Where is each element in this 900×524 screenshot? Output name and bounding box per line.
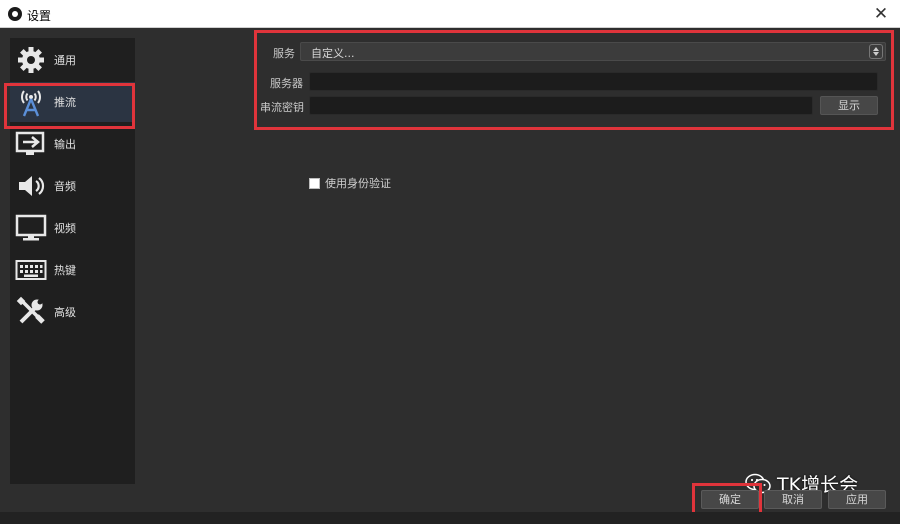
cancel-button[interactable]: 取消 <box>764 490 822 509</box>
show-key-button[interactable]: 显示 <box>820 96 878 115</box>
close-icon[interactable]: ✕ <box>870 3 892 25</box>
monitor-icon <box>14 211 48 245</box>
settings-window: 通用 推流 输出 音频 视频 热键 高级 服务 自定义... 服务器 串流密钥 … <box>0 28 900 524</box>
window-bottom-edge <box>0 512 900 524</box>
title-bar: 设置 ✕ <box>0 0 900 28</box>
settings-sidebar: 通用 推流 输出 音频 视频 热键 高级 <box>10 38 135 484</box>
use-auth-label: 使用身份验证 <box>325 177 391 190</box>
apply-button[interactable]: 应用 <box>828 490 886 509</box>
ok-button[interactable]: 确定 <box>701 490 759 509</box>
sidebar-item-hotkeys[interactable]: 热键 <box>10 250 135 290</box>
stream-key-label: 串流密钥 <box>260 101 304 114</box>
sidebar-item-label: 推流 <box>54 96 76 109</box>
sidebar-item-label: 输出 <box>54 138 76 151</box>
keyboard-icon <box>14 253 48 287</box>
service-label: 服务 <box>273 47 295 60</box>
sidebar-item-video[interactable]: 视频 <box>10 208 135 248</box>
sidebar-item-advanced[interactable]: 高级 <box>10 292 135 332</box>
stream-key-input[interactable] <box>309 96 813 115</box>
server-label: 服务器 <box>270 77 303 90</box>
sidebar-item-label: 视频 <box>54 222 76 235</box>
server-input[interactable] <box>309 72 878 91</box>
sidebar-item-label: 通用 <box>54 54 76 67</box>
sidebar-item-output[interactable]: 输出 <box>10 124 135 164</box>
gear-icon <box>14 43 48 77</box>
broadcast-tower-icon <box>14 85 48 119</box>
speaker-icon <box>14 169 48 203</box>
sidebar-item-stream[interactable]: 推流 <box>10 82 135 122</box>
sidebar-item-label: 高级 <box>54 306 76 319</box>
wrench-screwdriver-icon <box>14 295 48 329</box>
obs-logo-icon <box>8 7 22 21</box>
service-select-value: 自定义... <box>311 47 355 60</box>
sidebar-item-label: 热键 <box>54 264 76 277</box>
sidebar-item-audio[interactable]: 音频 <box>10 166 135 206</box>
sidebar-item-label: 音频 <box>54 180 76 193</box>
use-auth-row[interactable]: 使用身份验证 <box>309 175 391 191</box>
sidebar-item-general[interactable]: 通用 <box>10 40 135 80</box>
use-auth-checkbox[interactable] <box>309 177 320 189</box>
select-arrows-icon <box>869 44 883 59</box>
output-arrow-icon <box>14 127 48 161</box>
service-select[interactable]: 自定义... <box>300 42 886 61</box>
window-title: 设置 <box>27 9 52 23</box>
